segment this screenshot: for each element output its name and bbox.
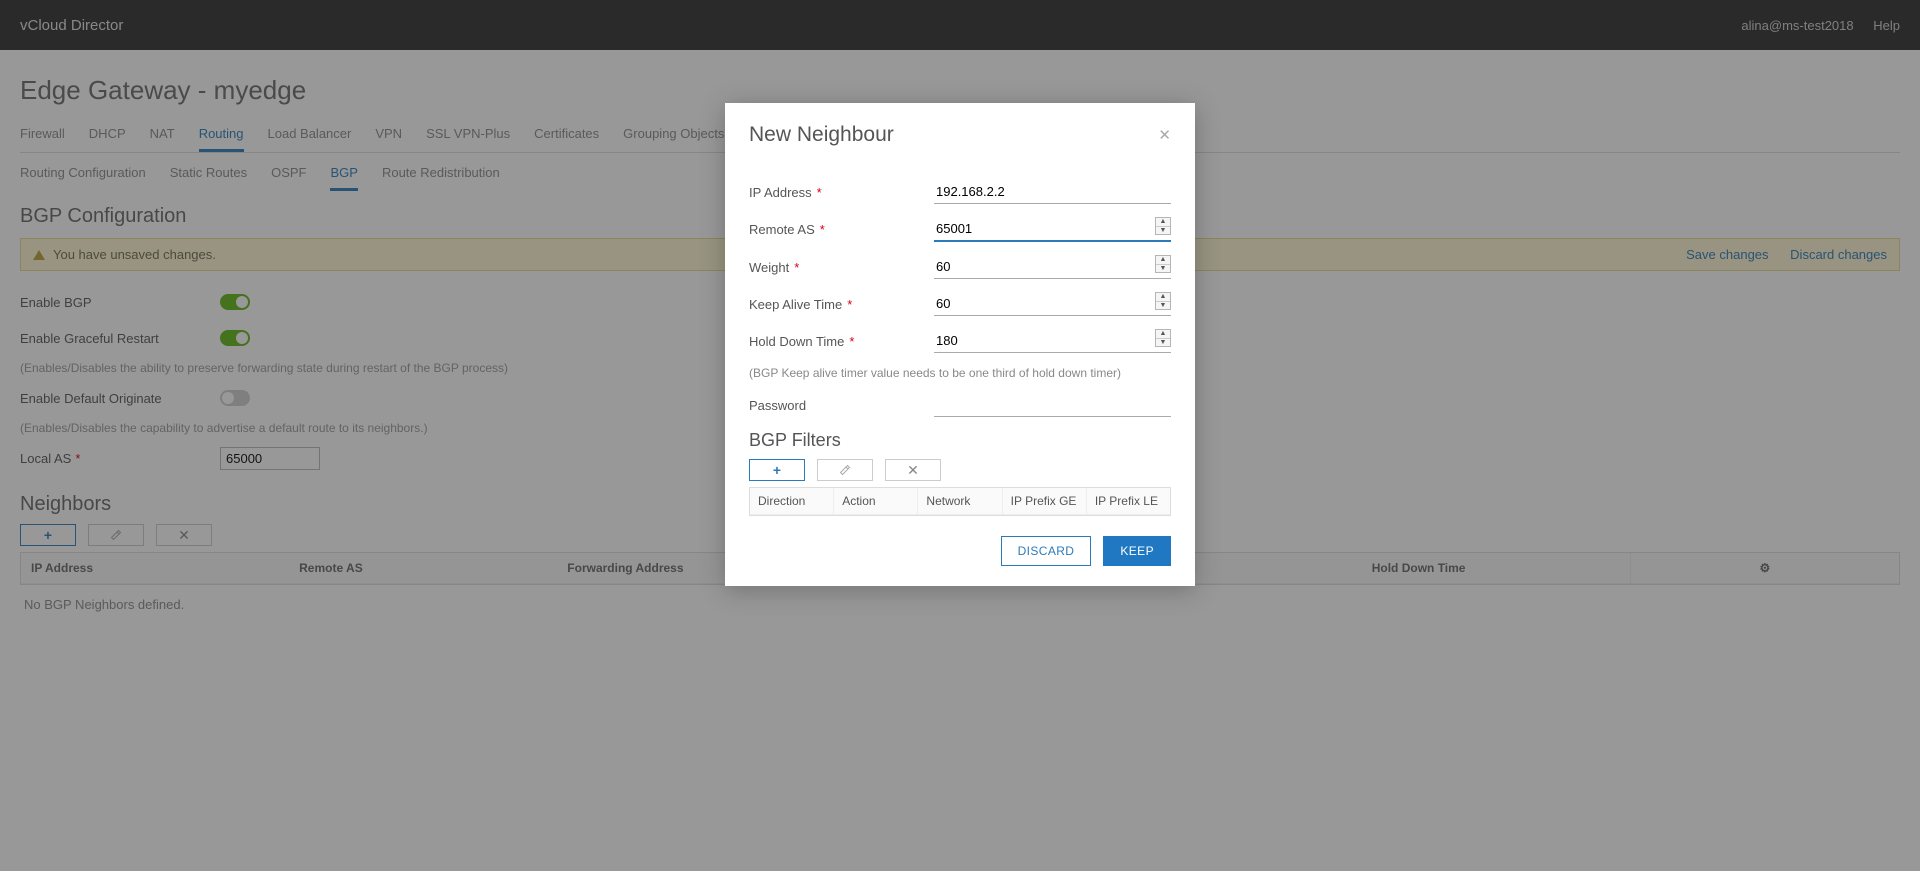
- close-icon[interactable]: ✕: [1158, 126, 1171, 144]
- spinner-up-icon[interactable]: ▲: [1156, 218, 1170, 227]
- ip-address-input[interactable]: [934, 180, 1171, 204]
- new-neighbour-modal: New Neighbour ✕ IP Address* Remote AS* ▲…: [725, 103, 1195, 586]
- password-input[interactable]: [934, 393, 1171, 417]
- keepalive-input[interactable]: [934, 292, 1171, 316]
- edit-icon: [839, 464, 851, 476]
- spinner-down-icon[interactable]: ▼: [1156, 302, 1170, 310]
- keepalive-spinner[interactable]: ▲▼: [1155, 292, 1171, 310]
- holddown-input[interactable]: [934, 329, 1171, 353]
- weight-input[interactable]: [934, 255, 1171, 279]
- edit-filter-button[interactable]: [817, 459, 873, 481]
- weight-label: Weight: [749, 260, 789, 275]
- filters-grid: DirectionActionNetworkIP Prefix GEIP Pre…: [749, 487, 1171, 516]
- spinner-down-icon[interactable]: ▼: [1156, 227, 1170, 235]
- bgp-filters-title: BGP Filters: [749, 430, 1171, 451]
- remote-as-spinner[interactable]: ▲▼: [1155, 217, 1171, 235]
- remote-as-label: Remote AS: [749, 222, 815, 237]
- holddown-spinner[interactable]: ▲▼: [1155, 329, 1171, 347]
- add-filter-button[interactable]: +: [749, 459, 805, 481]
- filter-column-header[interactable]: IP Prefix GE: [1003, 488, 1087, 515]
- keep-button[interactable]: KEEP: [1103, 536, 1171, 566]
- spinner-up-icon[interactable]: ▲: [1156, 256, 1170, 265]
- discard-button[interactable]: DISCARD: [1001, 536, 1092, 566]
- spinner-down-icon[interactable]: ▼: [1156, 265, 1170, 273]
- spinner-up-icon[interactable]: ▲: [1156, 330, 1170, 339]
- delete-filter-button[interactable]: ✕: [885, 459, 941, 481]
- remote-as-input[interactable]: [934, 217, 1171, 242]
- weight-spinner[interactable]: ▲▼: [1155, 255, 1171, 273]
- spinner-down-icon[interactable]: ▼: [1156, 339, 1170, 347]
- timer-hint: (BGP Keep alive timer value needs to be …: [749, 366, 1171, 380]
- filter-column-header[interactable]: IP Prefix LE: [1087, 488, 1170, 515]
- filter-column-header[interactable]: Network: [918, 488, 1002, 515]
- password-label: Password: [749, 398, 806, 413]
- keepalive-label: Keep Alive Time: [749, 297, 842, 312]
- modal-title: New Neighbour: [749, 123, 894, 147]
- spinner-up-icon[interactable]: ▲: [1156, 293, 1170, 302]
- filter-column-header[interactable]: Action: [834, 488, 918, 515]
- filter-column-header[interactable]: Direction: [750, 488, 834, 515]
- ip-address-label: IP Address: [749, 185, 812, 200]
- holddown-label: Hold Down Time: [749, 334, 844, 349]
